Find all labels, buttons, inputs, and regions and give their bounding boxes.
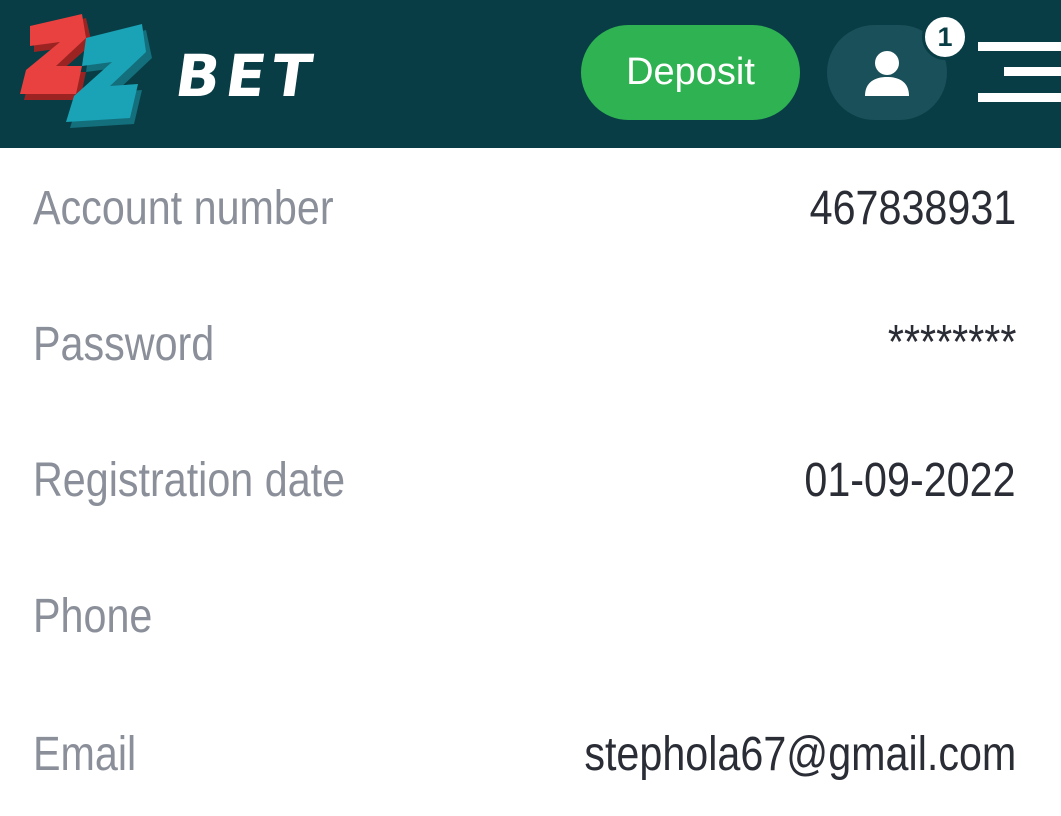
password-row[interactable]: Password ******** (0, 285, 1061, 405)
menu-line (978, 93, 1061, 102)
registration-date-label: Registration date (33, 454, 346, 507)
phone-row[interactable]: Phone (0, 559, 1061, 679)
password-label: Password (33, 318, 215, 371)
top-header: BET Deposit 1 (0, 0, 1061, 148)
deposit-button[interactable]: Deposit (581, 25, 800, 120)
logo-22-icon (20, 14, 152, 128)
hamburger-menu-icon[interactable] (978, 38, 1061, 106)
menu-line (1004, 67, 1061, 76)
registration-date-row: Registration date 01-09-2022 (0, 422, 1061, 542)
deposit-button-label: Deposit (626, 51, 755, 93)
notification-badge: 1 (922, 14, 968, 60)
brand-logo[interactable]: BET (20, 14, 323, 132)
email-value: stephola67@gmail.com (584, 728, 1016, 781)
email-label: Email (33, 728, 137, 781)
menu-line (978, 42, 1061, 51)
registration-date-value: 01-09-2022 (804, 454, 1016, 507)
account-number-value: 467838931 (809, 182, 1016, 235)
logo-wordmark: BET (171, 42, 323, 110)
phone-label: Phone (33, 590, 153, 643)
account-number-label: Account number (33, 182, 334, 235)
password-value: ******** (887, 316, 1016, 369)
user-icon (865, 50, 909, 96)
account-number-row: Account number 467838931 (0, 148, 1061, 268)
email-row[interactable]: Email stephola67@gmail.com (0, 696, 1061, 816)
